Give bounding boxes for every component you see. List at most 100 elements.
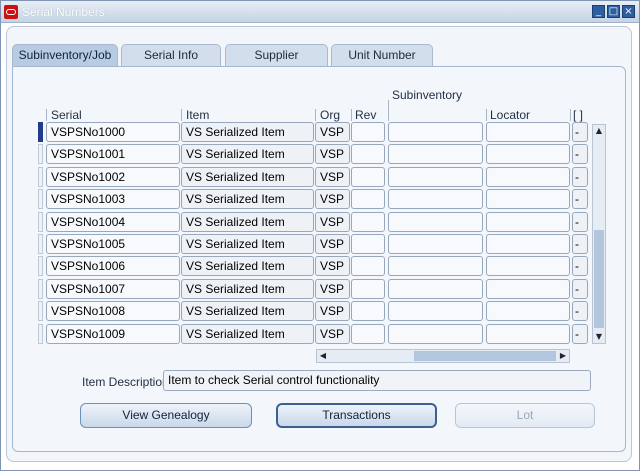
locator-cell[interactable] (486, 234, 570, 254)
item-cell[interactable]: VS Serialized Item (181, 324, 314, 344)
serial-cell[interactable]: VSPSNo1002 (46, 167, 180, 187)
org-cell[interactable]: VSP (315, 144, 350, 164)
transactions-button[interactable]: Transactions (276, 403, 437, 428)
maximize-icon[interactable]: □ (607, 5, 620, 18)
subinventory-cell[interactable] (388, 324, 483, 344)
org-cell[interactable]: VSP (315, 189, 350, 209)
rev-cell[interactable] (351, 189, 385, 209)
dash-cell[interactable]: - (572, 279, 588, 299)
subinventory-cell[interactable] (388, 279, 483, 299)
org-cell[interactable]: VSP (315, 256, 350, 276)
dash-cell[interactable]: - (572, 189, 588, 209)
dash-cell[interactable]: - (572, 256, 588, 276)
horizontal-scroll-thumb[interactable] (414, 351, 556, 361)
dash-cell[interactable]: - (572, 301, 588, 321)
item-cell[interactable]: VS Serialized Item (181, 279, 314, 299)
subinventory-cell[interactable] (388, 167, 483, 187)
rev-cell[interactable] (351, 167, 385, 187)
scroll-up-icon[interactable]: ▲ (593, 125, 605, 137)
row-selector[interactable] (38, 301, 43, 321)
serial-cell[interactable]: VSPSNo1009 (46, 324, 180, 344)
rev-cell[interactable] (351, 144, 385, 164)
serial-cell[interactable]: VSPSNo1000 (46, 122, 180, 142)
oracle-icon (4, 5, 18, 19)
lot-button[interactable]: Lot (455, 403, 595, 428)
subinventory-cell[interactable] (388, 234, 483, 254)
locator-cell[interactable] (486, 256, 570, 276)
subinventory-cell[interactable] (388, 212, 483, 232)
org-cell[interactable]: VSP (315, 301, 350, 321)
item-cell[interactable]: VS Serialized Item (181, 301, 314, 321)
serial-cell[interactable]: VSPSNo1003 (46, 189, 180, 209)
serial-cell[interactable]: VSPSNo1004 (46, 212, 180, 232)
scroll-down-icon[interactable]: ▼ (593, 331, 605, 343)
item-description-field[interactable]: Item to check Serial control functionali… (163, 370, 591, 391)
scroll-left-icon[interactable]: ◀ (317, 350, 329, 362)
subinventory-cell[interactable] (388, 122, 483, 142)
vertical-scrollbar[interactable]: ▲ ▼ (592, 124, 606, 344)
org-cell[interactable]: VSP (315, 324, 350, 344)
item-cell[interactable]: VS Serialized Item (181, 189, 314, 209)
dash-cell[interactable]: - (572, 122, 588, 142)
item-cell[interactable]: VS Serialized Item (181, 144, 314, 164)
locator-cell[interactable] (486, 122, 570, 142)
scroll-right-icon[interactable]: ▶ (557, 350, 569, 362)
locator-cell[interactable] (486, 189, 570, 209)
org-cell[interactable]: VSP (315, 234, 350, 254)
row-selector[interactable] (38, 234, 43, 254)
close-icon[interactable]: × (622, 5, 635, 18)
serial-cell[interactable]: VSPSNo1008 (46, 301, 180, 321)
serial-cell[interactable]: VSPSNo1006 (46, 256, 180, 276)
org-cell[interactable]: VSP (315, 212, 350, 232)
locator-cell[interactable] (486, 279, 570, 299)
tab-unit-number[interactable]: Unit Number (331, 44, 433, 66)
rev-cell[interactable] (351, 279, 385, 299)
rev-cell[interactable] (351, 212, 385, 232)
tab-supplier[interactable]: Supplier (225, 44, 328, 66)
rev-cell[interactable] (351, 301, 385, 321)
item-cell[interactable]: VS Serialized Item (181, 256, 314, 276)
subinventory-cell[interactable] (388, 144, 483, 164)
row-selector[interactable] (38, 122, 43, 142)
row-selector[interactable] (38, 189, 43, 209)
row-selector[interactable] (38, 256, 43, 276)
subinventory-cell[interactable] (388, 189, 483, 209)
rev-cell[interactable] (351, 256, 385, 276)
row-selector[interactable] (38, 212, 43, 232)
subinventory-cell[interactable] (388, 256, 483, 276)
rev-cell[interactable] (351, 234, 385, 254)
view-genealogy-button[interactable]: View Genealogy (80, 403, 252, 428)
rev-cell[interactable] (351, 122, 385, 142)
dash-cell[interactable]: - (572, 234, 588, 254)
item-cell[interactable]: VS Serialized Item (181, 122, 314, 142)
row-selector[interactable] (38, 167, 43, 187)
subinventory-cell[interactable] (388, 301, 483, 321)
dash-cell[interactable]: - (572, 167, 588, 187)
vertical-scroll-thumb[interactable] (594, 230, 604, 328)
row-selector[interactable] (38, 279, 43, 299)
horizontal-scrollbar[interactable]: ◀ ▶ (316, 349, 570, 363)
org-cell[interactable]: VSP (315, 279, 350, 299)
serial-cell[interactable]: VSPSNo1007 (46, 279, 180, 299)
row-selector[interactable] (38, 144, 43, 164)
dash-cell[interactable]: - (572, 324, 588, 344)
serial-cell[interactable]: VSPSNo1005 (46, 234, 180, 254)
locator-cell[interactable] (486, 212, 570, 232)
tab-serial-info[interactable]: Serial Info (121, 44, 221, 66)
locator-cell[interactable] (486, 301, 570, 321)
row-selector[interactable] (38, 324, 43, 344)
locator-cell[interactable] (486, 167, 570, 187)
dash-cell[interactable]: - (572, 212, 588, 232)
org-cell[interactable]: VSP (315, 167, 350, 187)
minimize-icon[interactable]: _ (592, 5, 605, 18)
item-cell[interactable]: VS Serialized Item (181, 212, 314, 232)
item-cell[interactable]: VS Serialized Item (181, 167, 314, 187)
rev-cell[interactable] (351, 324, 385, 344)
locator-cell[interactable] (486, 324, 570, 344)
item-cell[interactable]: VS Serialized Item (181, 234, 314, 254)
locator-cell[interactable] (486, 144, 570, 164)
tab-subinventory-job[interactable]: Subinventory/Job (12, 44, 118, 66)
org-cell[interactable]: VSP (315, 122, 350, 142)
serial-cell[interactable]: VSPSNo1001 (46, 144, 180, 164)
dash-cell[interactable]: - (572, 144, 588, 164)
